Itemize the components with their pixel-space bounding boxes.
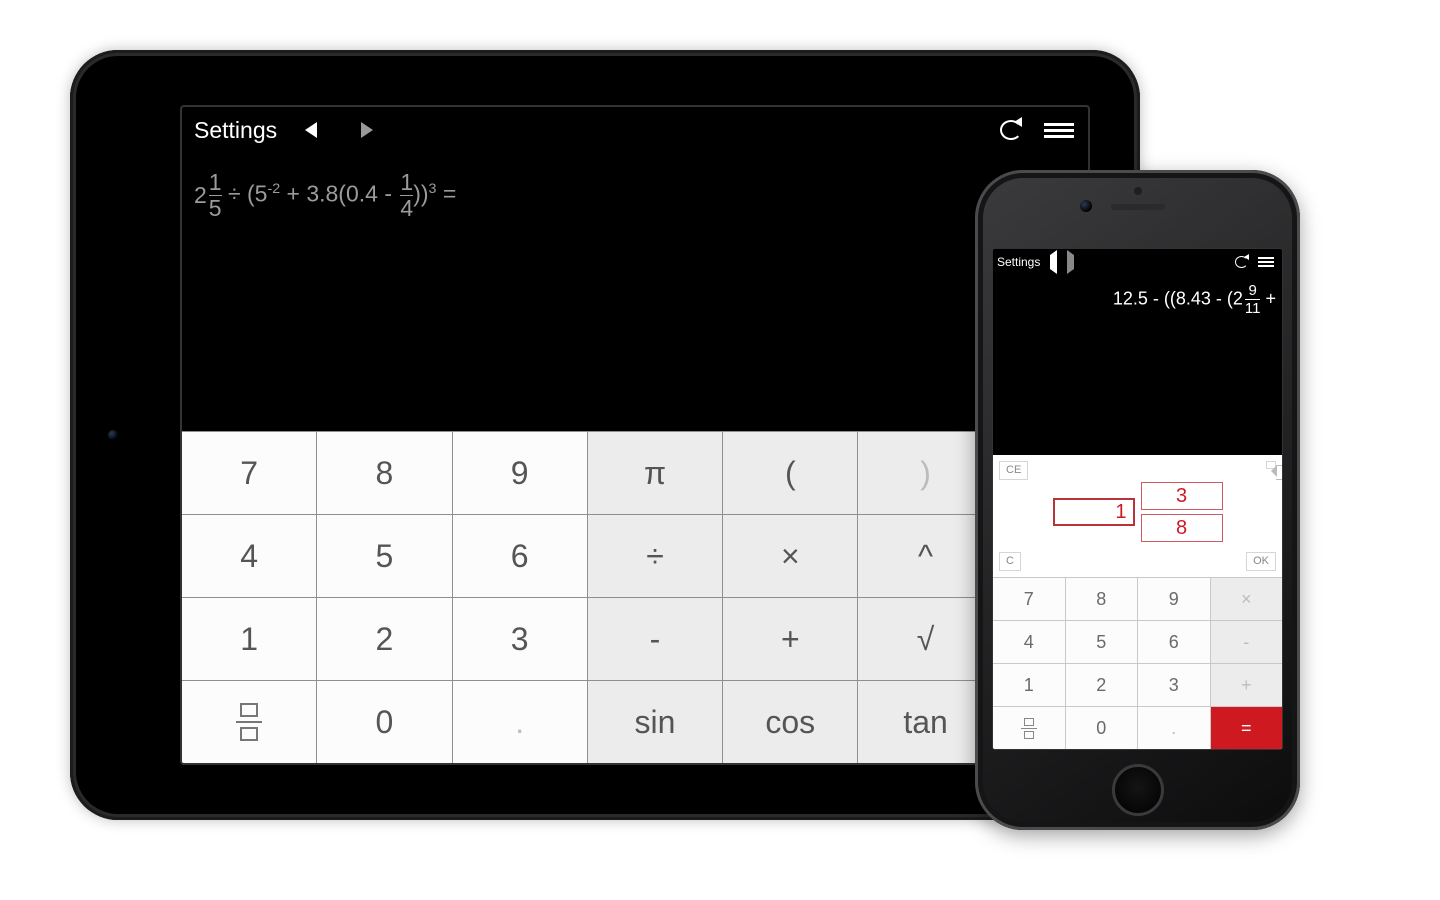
history-next-button[interactable] [339,122,395,138]
menu-icon[interactable] [1044,123,1074,138]
key-minus[interactable]: - [1211,621,1283,663]
triangle-left-icon [1050,250,1057,274]
expr-mixed-int: 2 [194,182,207,209]
iphone-screen: Settings 12.5 - ((8.43 - (2 9 11 + CE 1 [992,248,1283,750]
key-3[interactable]: 3 [453,598,587,680]
key-7[interactable]: 7 [182,432,316,514]
key-2[interactable]: 2 [317,598,451,680]
history-prev-button[interactable] [283,122,339,138]
triangle-left-icon [305,122,317,138]
expression-display: 12.5 - ((8.43 - (2 9 11 + [993,275,1282,316]
key-6[interactable]: 6 [1138,621,1210,663]
iphone-speaker [1111,204,1165,210]
result-display: 9 6 8 [182,220,1088,323]
key-sin[interactable]: sin [588,681,722,763]
key-minus[interactable]: - [588,598,722,680]
key-9[interactable]: 9 [1138,578,1210,620]
key-1[interactable]: 1 [993,664,1065,706]
key-dot[interactable]: . [1138,707,1210,749]
iphone-device-frame: Settings 12.5 - ((8.43 - (2 9 11 + CE 1 [975,170,1300,830]
key-4[interactable]: 4 [993,621,1065,663]
ipad-camera [108,430,118,440]
key-equals[interactable]: = [1211,707,1283,749]
key-plus[interactable]: + [723,598,857,680]
settings-button[interactable]: Settings [188,117,283,144]
fraction-numerator-input[interactable]: 3 [1141,482,1223,510]
c-button[interactable]: C [999,552,1021,571]
key-9[interactable]: 9 [453,432,587,514]
undo-icon[interactable] [1000,120,1022,140]
key-3[interactable]: 3 [1138,664,1210,706]
key-open-paren[interactable]: ( [723,432,857,514]
key-0[interactable]: 0 [1066,707,1138,749]
fraction-icon [1021,718,1037,739]
key-8[interactable]: 8 [317,432,451,514]
ce-button[interactable]: CE [999,461,1028,480]
triangle-right-icon [1067,250,1074,274]
key-power[interactable]: ^ [858,515,992,597]
key-close-paren[interactable]: ) [858,432,992,514]
fraction-editor: CE 1 3 8 C OK [993,455,1282,577]
key-dot[interactable]: . [453,681,587,763]
key-5[interactable]: 5 [1066,621,1138,663]
settings-button[interactable]: Settings [997,255,1040,269]
triangle-right-icon [361,122,373,138]
ipad-screen: Settings 2 1 5 ÷ (5-2 + 3.8(0.4 - 1 4 ))… [180,105,1090,765]
fraction-whole-input[interactable]: 1 [1053,498,1135,526]
key-multiply[interactable]: × [1211,578,1283,620]
fraction-denominator-input[interactable]: 8 [1141,514,1223,542]
key-plus[interactable]: + [1211,664,1283,706]
key-1[interactable]: 1 [182,598,316,680]
key-pi[interactable]: π [588,432,722,514]
history-next-button[interactable] [1067,255,1084,269]
backspace-button[interactable] [1266,461,1276,469]
history-prev-button[interactable] [1040,255,1067,269]
expression-display: 2 1 5 ÷ (5-2 + 3.8(0.4 - 1 4 ))3 = [182,153,1088,220]
iphone-topbar: Settings [993,249,1282,275]
key-fraction[interactable] [182,681,316,763]
expr-mixed-num: 1 [209,171,222,194]
ipad-keypad: 7 8 9 π ( ) 4 5 6 ÷ × ^ 1 2 3 - + √ [182,431,1090,763]
key-4[interactable]: 4 [182,515,316,597]
iphone-sensor [1134,187,1142,195]
fraction-icon [236,703,262,741]
key-cos[interactable]: cos [723,681,857,763]
expr-mixed-den: 5 [209,195,222,220]
iphone-keypad: 7 8 9 × 4 5 6 - 1 2 3 + 0 . = [993,577,1282,749]
key-2[interactable]: 2 [1066,664,1138,706]
key-6[interactable]: 6 [453,515,587,597]
menu-icon[interactable] [1258,257,1274,267]
key-tan[interactable]: tan [858,681,992,763]
iphone-home-button[interactable] [1112,764,1164,816]
key-fraction[interactable] [993,707,1065,749]
ok-button[interactable]: OK [1246,552,1276,571]
undo-icon[interactable] [1235,256,1248,268]
key-divide[interactable]: ÷ [588,515,722,597]
key-8[interactable]: 8 [1066,578,1138,620]
key-5[interactable]: 5 [317,515,451,597]
key-sqrt[interactable]: √ [858,598,992,680]
key-0[interactable]: 0 [317,681,451,763]
key-7[interactable]: 7 [993,578,1065,620]
key-multiply[interactable]: × [723,515,857,597]
iphone-camera [1080,200,1092,212]
ipad-topbar: Settings [182,107,1088,153]
